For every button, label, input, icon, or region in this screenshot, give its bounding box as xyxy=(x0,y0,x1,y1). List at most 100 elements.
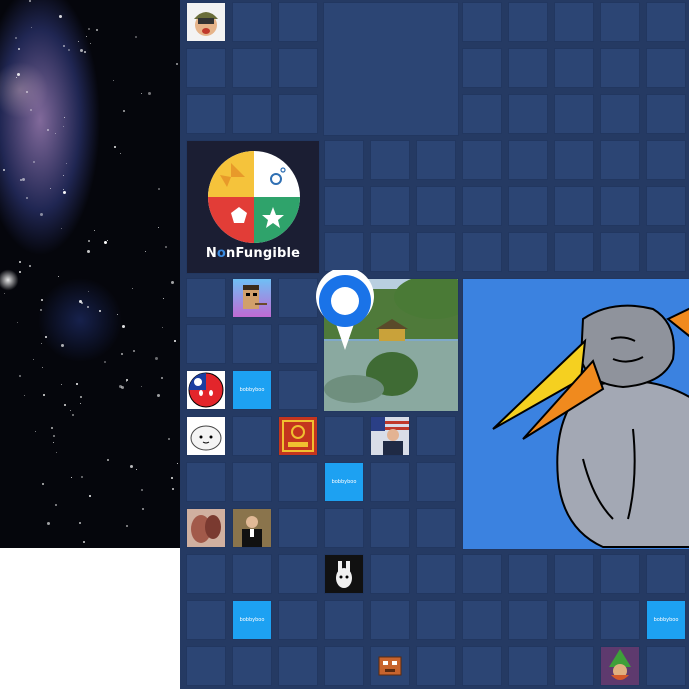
pixel-board[interactable]: NonFungible bobbyboo bobbyboo bobbyboo b… xyxy=(180,0,689,689)
grid-cell[interactable] xyxy=(600,2,640,42)
grid-cell[interactable] xyxy=(324,508,364,548)
grid-cell[interactable] xyxy=(508,140,548,180)
avatar-robot-orange[interactable] xyxy=(370,646,410,686)
grid-cell[interactable] xyxy=(416,600,456,640)
grid-cell[interactable] xyxy=(232,462,272,502)
grid-cell[interactable] xyxy=(462,186,502,226)
grid-cell[interactable] xyxy=(416,508,456,548)
grid-cell[interactable] xyxy=(278,370,318,410)
grid-cell[interactable] xyxy=(232,2,272,42)
grid-cell[interactable] xyxy=(646,2,686,42)
grid-cell[interactable] xyxy=(600,94,640,134)
grid-cell[interactable] xyxy=(554,48,594,88)
grid-cell[interactable] xyxy=(416,416,456,456)
location-pin-icon[interactable] xyxy=(314,270,376,352)
grid-cell[interactable] xyxy=(646,554,686,594)
sticker-tile[interactable]: bobbyboo xyxy=(646,600,686,640)
grid-cell[interactable] xyxy=(232,554,272,594)
grid-cell[interactable] xyxy=(278,554,318,594)
grid-cell[interactable] xyxy=(186,278,226,318)
grid-cell[interactable] xyxy=(646,232,686,272)
grid-cell[interactable] xyxy=(278,2,318,42)
grid-cell[interactable] xyxy=(554,554,594,594)
grid-cell[interactable] xyxy=(370,232,410,272)
grid-cell[interactable] xyxy=(600,600,640,640)
grid-cell[interactable] xyxy=(508,600,548,640)
grid-cell[interactable] xyxy=(600,140,640,180)
grid-cell[interactable] xyxy=(278,462,318,502)
grid-cell[interactable] xyxy=(370,462,410,502)
grid-cell[interactable] xyxy=(646,186,686,226)
grid-cell[interactable] xyxy=(646,48,686,88)
grid-cell[interactable] xyxy=(232,48,272,88)
block-empty-large[interactable] xyxy=(323,2,459,136)
space-galaxy-image[interactable] xyxy=(0,0,180,548)
grid-cell[interactable] xyxy=(416,646,456,686)
grid-cell[interactable] xyxy=(278,646,318,686)
avatar-gnome[interactable] xyxy=(600,646,640,686)
grid-cell[interactable] xyxy=(554,600,594,640)
grid-cell[interactable] xyxy=(462,554,502,594)
grid-cell[interactable] xyxy=(278,94,318,134)
grid-cell[interactable] xyxy=(278,48,318,88)
grid-cell[interactable] xyxy=(370,600,410,640)
grid-cell[interactable] xyxy=(462,600,502,640)
grid-cell[interactable] xyxy=(370,186,410,226)
grid-cell[interactable] xyxy=(416,186,456,226)
grid-cell[interactable] xyxy=(600,186,640,226)
grid-cell[interactable] xyxy=(508,2,548,42)
grid-cell[interactable] xyxy=(646,94,686,134)
grid-cell[interactable] xyxy=(186,94,226,134)
grid-cell[interactable] xyxy=(324,416,364,456)
grid-cell[interactable] xyxy=(600,554,640,594)
grid-cell[interactable] xyxy=(508,94,548,134)
bird-pixel-art-block[interactable] xyxy=(462,278,689,550)
avatar-man-suit[interactable] xyxy=(232,508,272,548)
grid-cell[interactable] xyxy=(416,140,456,180)
grid-cell[interactable] xyxy=(462,646,502,686)
grid-cell[interactable] xyxy=(508,646,548,686)
grid-cell[interactable] xyxy=(508,232,548,272)
grid-cell[interactable] xyxy=(324,600,364,640)
grid-cell[interactable] xyxy=(508,186,548,226)
grid-cell[interactable] xyxy=(416,232,456,272)
grid-cell[interactable] xyxy=(186,48,226,88)
avatar-flag-man[interactable] xyxy=(370,416,410,456)
grid-cell[interactable] xyxy=(646,140,686,180)
grid-cell[interactable] xyxy=(554,2,594,42)
avatar-ghost[interactable] xyxy=(186,416,226,456)
grid-cell[interactable] xyxy=(324,232,364,272)
avatar-white-rabbit[interactable] xyxy=(324,554,364,594)
grid-cell[interactable] xyxy=(278,508,318,548)
grid-cell[interactable] xyxy=(600,48,640,88)
grid-cell[interactable] xyxy=(186,554,226,594)
grid-cell[interactable] xyxy=(232,94,272,134)
grid-cell[interactable] xyxy=(462,94,502,134)
grid-cell[interactable] xyxy=(462,2,502,42)
grid-cell[interactable] xyxy=(324,186,364,226)
grid-cell[interactable] xyxy=(462,232,502,272)
grid-cell[interactable] xyxy=(186,324,226,364)
grid-cell[interactable] xyxy=(278,600,318,640)
grid-cell[interactable] xyxy=(462,48,502,88)
grid-cell[interactable] xyxy=(232,646,272,686)
grid-cell[interactable] xyxy=(186,600,226,640)
grid-cell[interactable] xyxy=(186,462,226,502)
avatar-painting[interactable] xyxy=(186,508,226,548)
grid-cell[interactable] xyxy=(462,140,502,180)
grid-cell[interactable] xyxy=(600,232,640,272)
grid-cell[interactable] xyxy=(646,646,686,686)
grid-cell[interactable] xyxy=(370,554,410,594)
grid-cell[interactable] xyxy=(554,140,594,180)
sticker-tile[interactable]: bobbyboo xyxy=(232,370,272,410)
avatar-taiwan-ball[interactable] xyxy=(186,370,226,410)
grid-cell[interactable] xyxy=(554,646,594,686)
grid-cell[interactable] xyxy=(416,554,456,594)
grid-cell[interactable] xyxy=(508,48,548,88)
grid-cell[interactable] xyxy=(278,324,318,364)
grid-cell[interactable] xyxy=(186,646,226,686)
grid-cell[interactable] xyxy=(324,140,364,180)
grid-cell[interactable] xyxy=(554,232,594,272)
avatar-punk[interactable] xyxy=(232,278,272,318)
avatar-red-emblem[interactable] xyxy=(278,416,318,456)
